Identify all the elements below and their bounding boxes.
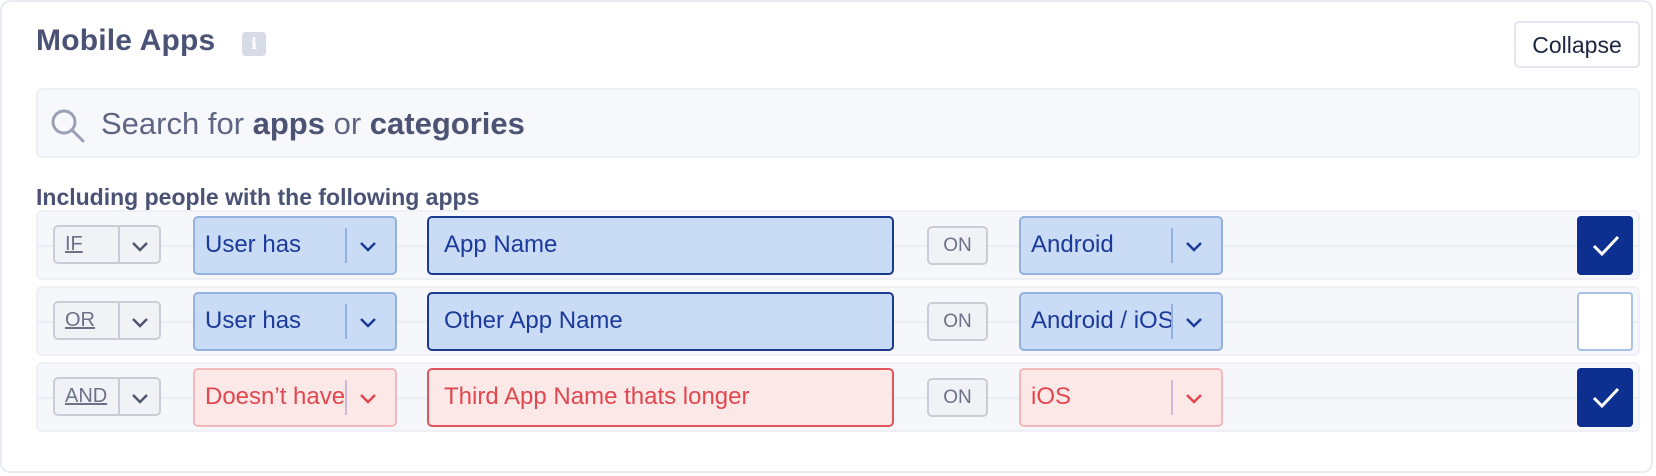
info-icon[interactable]: i [242,32,266,56]
search-term-apps: apps [252,106,325,141]
select-divider [345,380,347,415]
platform-label: iOS [1031,383,1072,410]
select-divider [345,304,347,339]
select-divider [1171,228,1173,263]
chevron-down-icon [360,394,376,404]
rule-row: IF User has App Name ON Android [36,210,1640,280]
condition-label: User has [205,231,302,258]
app-name-value: Third App Name thats longer [444,383,750,410]
operator-label: AND [65,385,108,407]
condition-select[interactable]: Doesn’t have [193,368,397,427]
rule-checkbox[interactable] [1577,368,1633,427]
operator-label: OR [65,309,95,331]
on-toggle[interactable]: ON [927,378,988,417]
chevron-down-icon [360,318,376,328]
rule-checkbox[interactable] [1577,292,1633,351]
platform-label: Android / iOS [1031,307,1174,334]
chevron-down-icon [360,242,376,252]
operator-select[interactable]: OR [53,301,161,340]
condition-select[interactable]: User has [193,216,397,275]
chevron-down-icon [1186,318,1202,328]
search-middle: or [324,106,370,141]
app-name-field[interactable]: Third App Name thats longer [427,368,894,427]
chevron-down-icon [1186,394,1202,404]
select-divider [1171,380,1173,415]
app-name-field[interactable]: App Name [427,216,894,275]
select-divider [118,303,120,338]
section-label: Including people with the following apps [36,184,480,210]
operator-select[interactable]: IF [53,225,161,264]
platform-select[interactable]: Android [1019,216,1223,275]
on-toggle[interactable]: ON [927,302,988,341]
select-divider [345,228,347,263]
select-divider [1171,304,1173,339]
checkmark-icon [1592,235,1620,257]
platform-select[interactable]: Android / iOS [1019,292,1223,351]
app-name-value: App Name [444,231,558,258]
search-icon [51,109,85,143]
rule-row: AND Doesn’t have Third App Name thats lo… [36,362,1640,432]
chevron-down-icon [132,318,148,328]
operator-select[interactable]: AND [53,377,161,416]
panel-title: Mobile Apps [36,24,216,57]
search-term-categories: categories [369,106,525,141]
condition-label: User has [205,307,302,334]
rule-checkbox[interactable] [1577,216,1633,275]
app-name-value: Other App Name [444,307,623,334]
app-name-field[interactable]: Other App Name [427,292,894,351]
checkmark-icon [1592,387,1620,409]
search-prefix: Search for [101,106,253,141]
select-divider [118,379,120,414]
platform-select[interactable]: iOS [1019,368,1223,427]
platform-label: Android [1031,231,1114,258]
mobile-apps-panel: Mobile Apps i Collapse Search for apps o… [0,0,1653,473]
chevron-down-icon [132,394,148,404]
search-input[interactable]: Search for apps or categories [36,88,1640,158]
collapse-button[interactable]: Collapse [1514,21,1640,68]
rule-row: OR User has Other App Name ON Android / … [36,286,1640,356]
chevron-down-icon [1186,242,1202,252]
on-toggle[interactable]: ON [927,226,988,265]
search-placeholder: Search for apps or categories [101,106,525,142]
chevron-down-icon [132,242,148,252]
select-divider [118,227,120,262]
condition-select[interactable]: User has [193,292,397,351]
condition-label: Doesn’t have [205,383,346,410]
operator-label: IF [65,233,83,255]
